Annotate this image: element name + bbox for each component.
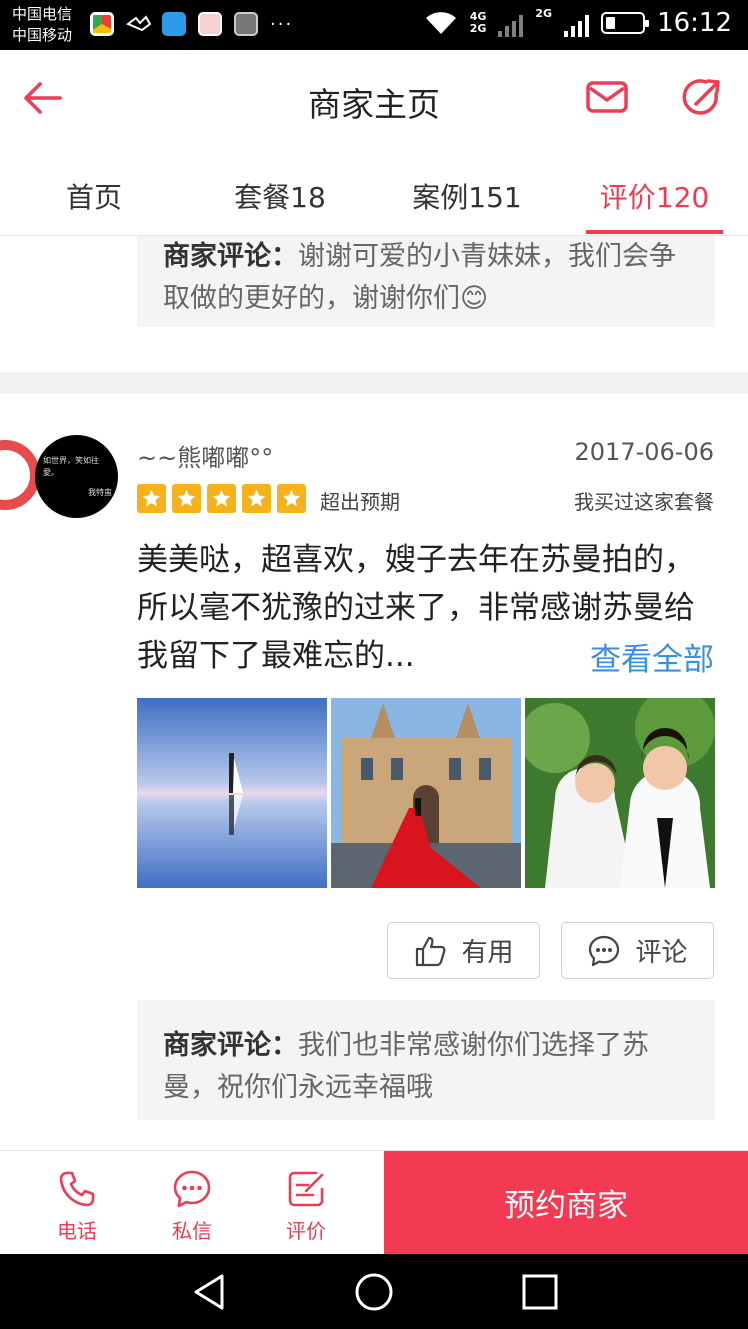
useful-label: 有用 (461, 938, 514, 968)
network-label-2g-2: 2G (535, 7, 553, 20)
battery-icon (601, 12, 650, 34)
review-photo-1[interactable] (137, 698, 327, 888)
useful-button[interactable]: 有用 (387, 922, 540, 979)
chat-app-icon (162, 12, 186, 36)
circle-home-icon (355, 1273, 393, 1311)
tab-cases[interactable]: 案例151 (400, 176, 534, 216)
system-nav-bar (0, 1254, 748, 1329)
star-icon (242, 484, 271, 513)
edit-review-icon (288, 1171, 324, 1207)
star-icon (277, 484, 306, 513)
rate-button[interactable]: 评价 (266, 1169, 346, 1244)
tab-bar: 首页 套餐18 案例151 评价120 (0, 146, 748, 236)
cloud-app-icon (126, 14, 152, 34)
comment-label: 评论 (635, 938, 688, 968)
more-notifications-icon: ··· (270, 13, 294, 35)
clock: 16:12 (657, 8, 732, 38)
nav-recents-button[interactable] (520, 1272, 560, 1312)
reply-prefix: 商家评论： (163, 241, 298, 272)
lifebuoy-decoration (0, 440, 40, 510)
mail-icon (586, 81, 628, 113)
share-icon (682, 79, 720, 115)
rating-label: 超出预期 (320, 490, 400, 514)
rate-label: 评价 (286, 1219, 326, 1243)
merchant-reply-previous: 商家评论：谢谢可爱的小青妹妹，我们会争取做的更好的，谢谢你们😊 (137, 236, 715, 327)
app-header: 商家主页 (0, 50, 748, 146)
tab-home[interactable]: 首页 (40, 176, 148, 216)
reply-prefix: 商家评论： (163, 1030, 298, 1061)
thumbs-up-icon (416, 936, 446, 966)
triangle-back-icon (194, 1274, 224, 1310)
gallery-app-icon (234, 12, 258, 36)
tab-reviews[interactable]: 评价120 (586, 176, 723, 216)
signal-icon-1 (498, 9, 524, 37)
review-separator (0, 372, 748, 394)
reviewer-name: ~~熊嘟嘟°° (137, 444, 274, 472)
star-rating (137, 484, 306, 513)
private-message-button[interactable]: 私信 (152, 1169, 232, 1244)
page-title: 商家主页 (308, 85, 440, 124)
carrier-1: 中国电信 (12, 5, 73, 23)
comment-bubble-icon (589, 935, 620, 966)
avatar-text: 如世界，笑如往愛。 (43, 456, 99, 477)
purchased-badge: 我买过这家套餐 (574, 490, 714, 514)
comment-button[interactable]: 评论 (561, 922, 714, 979)
message-button[interactable] (584, 78, 630, 118)
message-label: 私信 (172, 1219, 212, 1243)
active-tab-indicator (586, 230, 723, 234)
star-icon (172, 484, 201, 513)
browser-app-icon (90, 12, 114, 36)
notification-icons: ··· (90, 12, 293, 36)
review-photo-2[interactable] (331, 698, 521, 888)
nav-home-button[interactable] (354, 1272, 394, 1312)
nav-back-button[interactable] (190, 1272, 230, 1312)
star-icon (137, 484, 166, 513)
review-photos (137, 698, 715, 888)
carrier-info: 中国电信 中国移动 (12, 4, 72, 46)
avatar-sign: 我特蛮 (88, 488, 112, 497)
bottom-action-bar: 电话 私信 评价 预约商家 (0, 1151, 748, 1254)
merchant-reply: 商家评论：我们也非常感谢你们选择了苏曼，祝你们永远幸福哦 (137, 1000, 715, 1120)
star-icon (207, 484, 236, 513)
status-bar: 中国电信 中国移动 ··· 4G 2G 2G 16:12 (0, 0, 748, 50)
see-all-link[interactable]: 查看全部 (582, 634, 714, 679)
review-date: 2017-06-06 (574, 438, 714, 466)
square-recents-icon (522, 1274, 558, 1310)
signal-icon-2 (564, 9, 590, 37)
network-label-2g: 2G (469, 22, 487, 35)
review-photo-3[interactable] (525, 698, 715, 888)
avatar[interactable]: 如世界，笑如往愛。 我特蛮 (35, 435, 118, 518)
tab-packages[interactable]: 套餐18 (220, 176, 340, 216)
share-button[interactable] (680, 76, 724, 120)
phone-button[interactable]: 电话 (37, 1169, 117, 1244)
phone-icon (59, 1171, 95, 1207)
phone-label: 电话 (57, 1219, 97, 1243)
book-merchant-button[interactable]: 预约商家 (384, 1151, 748, 1254)
carrier-2: 中国移动 (12, 26, 73, 44)
wifi-icon (425, 12, 456, 34)
chat-icon (173, 1170, 211, 1208)
photo-app-icon (198, 12, 222, 36)
